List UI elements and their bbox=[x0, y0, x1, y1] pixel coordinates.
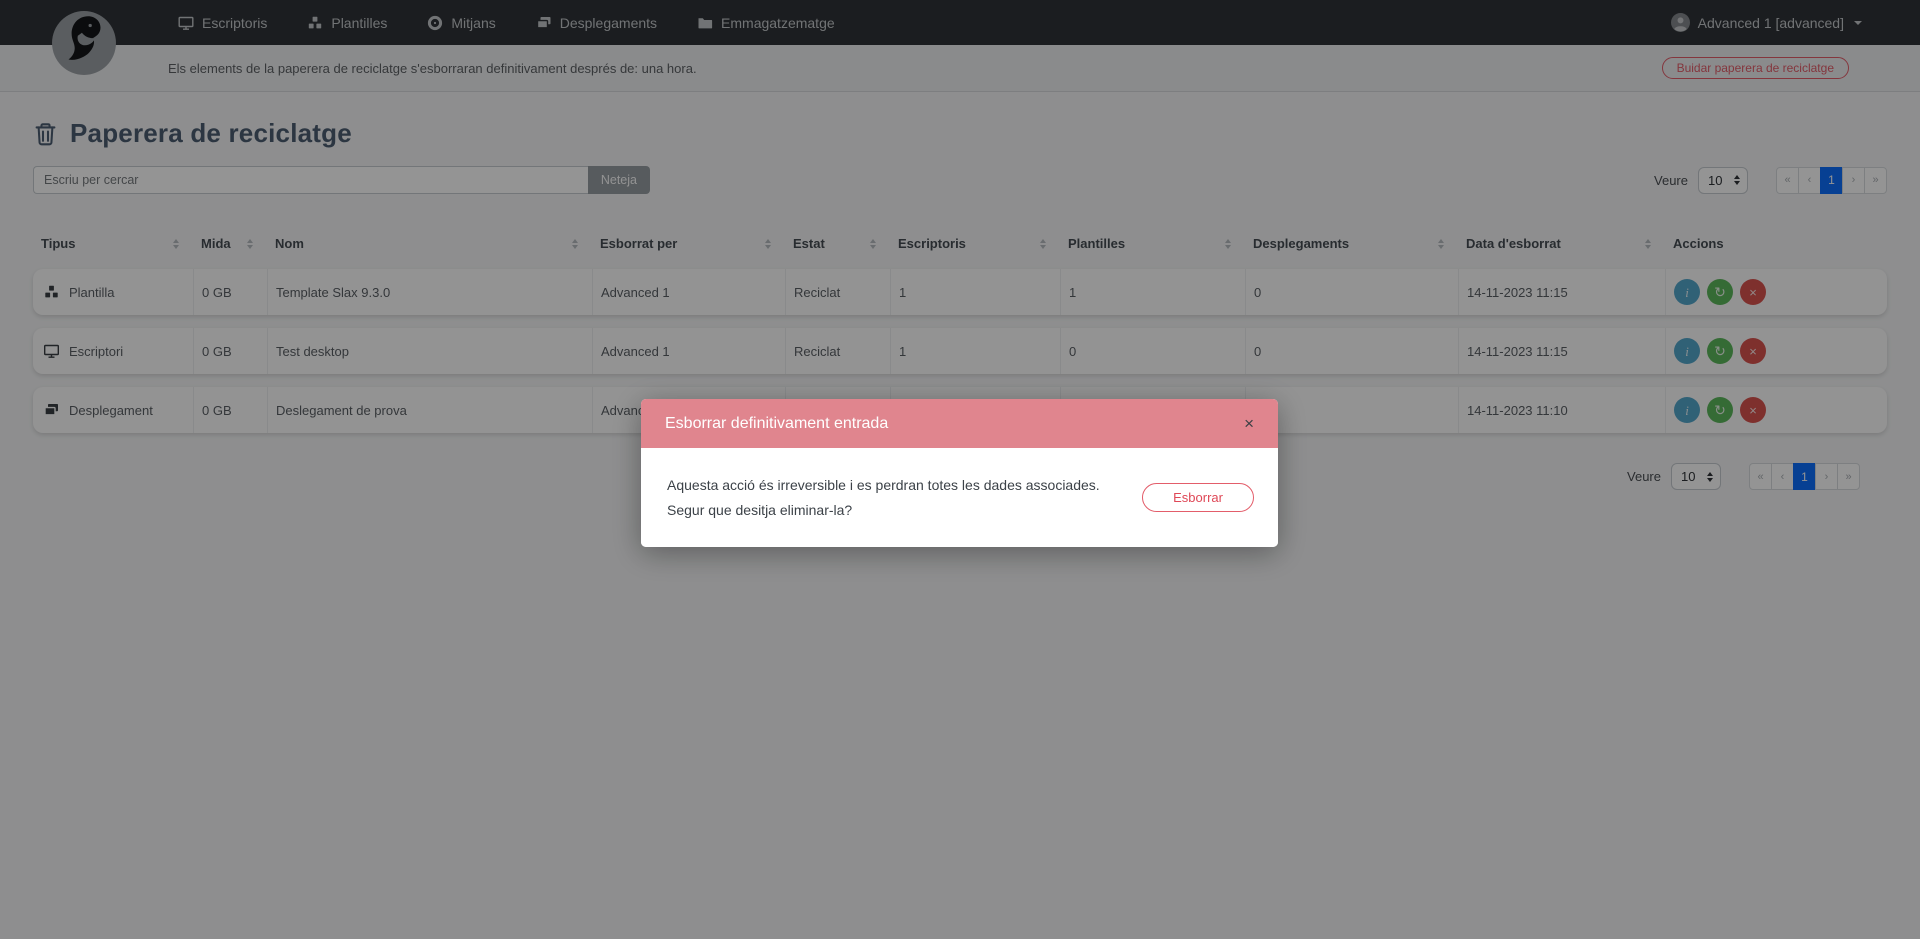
modal-message: Aquesta acció és irreversible i es perdr… bbox=[667, 473, 1100, 523]
modal-header: Esborrar definitivament entrada × bbox=[641, 399, 1278, 448]
modal-title: Esborrar definitivament entrada bbox=[665, 415, 888, 433]
delete-confirmation-modal: Esborrar definitivament entrada × Aquest… bbox=[641, 399, 1278, 547]
close-icon[interactable]: × bbox=[1240, 411, 1258, 436]
modal-message-line2: Segur que desitja eliminar-la? bbox=[667, 498, 1100, 523]
modal-message-line1: Aquesta acció és irreversible i es perdr… bbox=[667, 473, 1100, 498]
confirm-delete-button[interactable]: Esborrar bbox=[1142, 483, 1254, 512]
modal-body: Aquesta acció és irreversible i es perdr… bbox=[641, 448, 1278, 547]
